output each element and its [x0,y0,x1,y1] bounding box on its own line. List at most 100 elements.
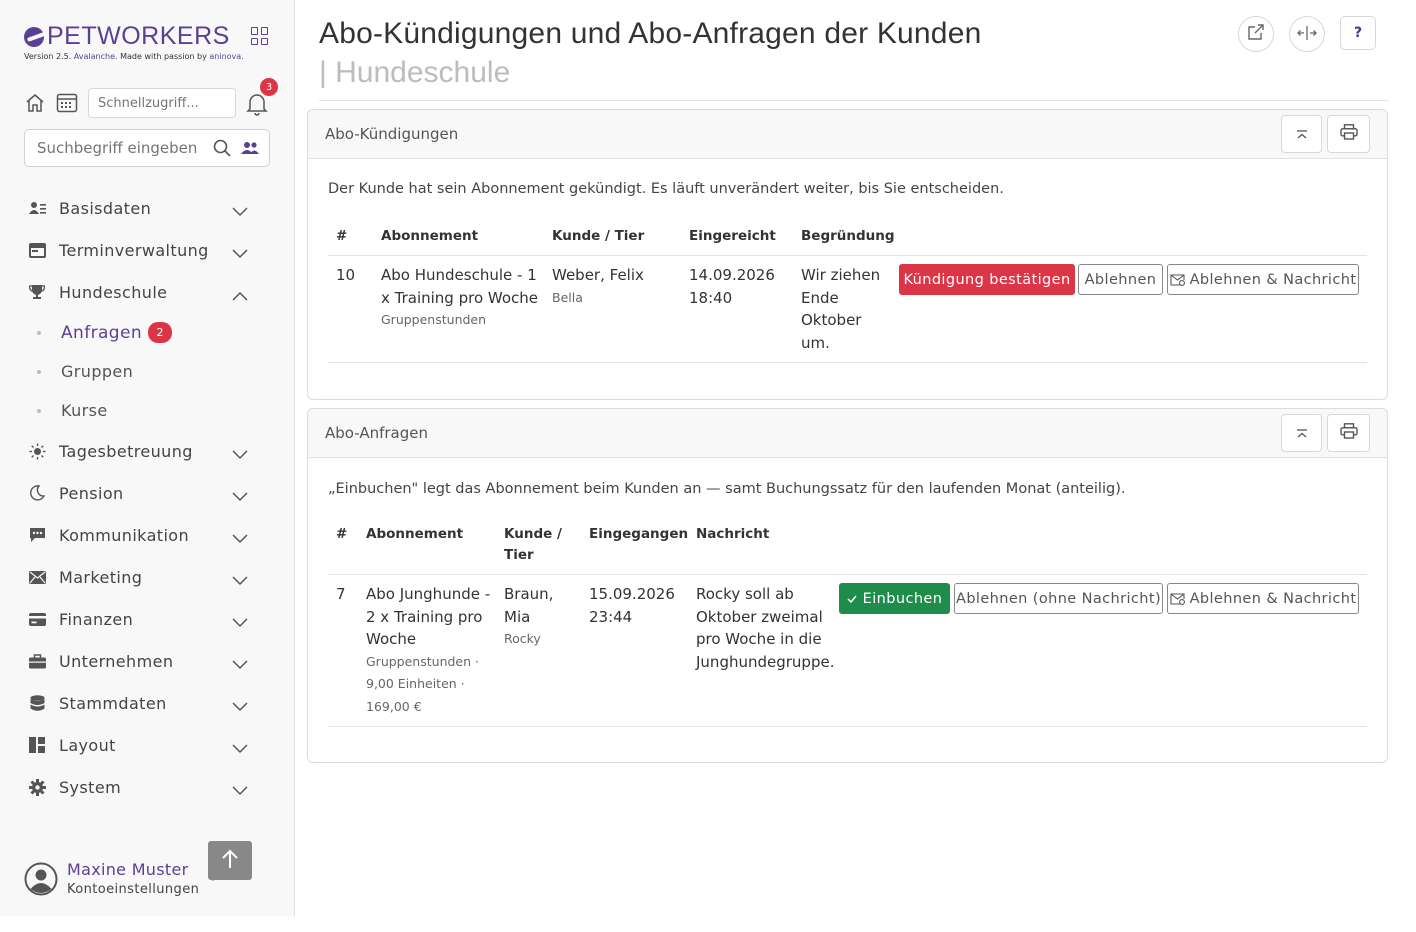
subscription-cell: Abo Junghunde - 2 x Training pro Woche G… [366,585,491,714]
search-icon[interactable] [213,139,231,161]
search-box [24,129,270,167]
moon-icon [28,484,46,502]
print-button[interactable] [1327,115,1370,153]
sidebar-item-terminverwaltung[interactable]: Terminverwaltung [0,229,295,271]
sidebar: PETWORKERS Version 2.5. Avalanche. Made … [0,0,295,916]
reject-with-message-button[interactable]: Ablehnen & Nachricht [1167,583,1359,614]
collapse-icon [1296,424,1308,443]
confirm-cancellation-button[interactable]: Kündigung bestätigen [899,264,1075,295]
envelope-icon [28,568,46,586]
arrow-up-icon [221,849,239,873]
chevron-down-icon [232,487,248,506]
sidebar-subitem-gruppen[interactable]: Gruppen [0,352,295,391]
book-subscription-button[interactable]: Einbuchen [839,583,950,614]
brand-name: PETWORKERS [47,22,230,50]
chevron-down-icon [232,202,248,221]
col-header-begruendung: Begründung [801,228,895,244]
row-number: 7 [336,585,346,603]
page-subtitle: | Hundeschule [319,56,511,89]
sidebar-item-finanzen[interactable]: Finanzen [0,598,295,640]
brand-logo[interactable]: PETWORKERS [24,22,230,51]
user-list-icon [28,199,46,217]
row-number: 10 [336,266,356,284]
chevron-down-icon [232,445,248,464]
sidebar-item-basisdaten[interactable]: Basisdaten [0,187,295,229]
received-cell: 15.09.2026 23:44 [589,585,675,626]
cancellations-card: Abo-Kündigungen Der Kunde hat sein Abonn… [307,109,1388,400]
quick-access-input[interactable] [88,88,236,118]
layout-icon [28,736,46,754]
reject-button[interactable]: Ablehnen [1078,264,1163,295]
external-link-icon [1247,23,1265,45]
anfragen-count-badge: 2 [148,322,173,343]
envelope-edit-icon [1170,592,1185,605]
sidebar-item-stammdaten[interactable]: Stammdaten [0,682,295,724]
requests-card-title: Abo-Anfragen [325,424,428,442]
search-input[interactable] [37,139,209,157]
printer-icon [1339,124,1358,144]
col-header-nachricht: Nachricht [696,526,770,542]
submitted-cell: 14.09.2026 18:40 [689,266,775,307]
account-settings-link[interactable]: Kontoeinstellungen [67,882,199,897]
calendar-icon [28,241,46,259]
requests-card: Abo-Anfragen „Einbuchen" legt das Abonne… [307,408,1388,763]
cancellations-intro: Der Kunde hat sein Abonnement gekündigt.… [328,181,1004,197]
petworkers-logo-icon [24,26,44,47]
sidebar-item-layout[interactable]: Layout [0,724,295,766]
customer-cell: Braun, Mia Rocky [504,585,554,646]
calendar-icon[interactable] [56,92,78,114]
sidebar-item-system[interactable]: System [0,766,295,808]
header-divider [319,100,1389,101]
toggle-width-button[interactable] [1289,16,1325,52]
user-name: Maxine Muster [67,860,189,879]
col-header-kunde: Kunde / Tier [504,526,562,563]
page-title: Abo-Kündigungen und Abo-Anfragen der Kun… [319,17,982,50]
chevron-down-icon [232,697,248,716]
reason-cell: Wir ziehen Ende Oktober um. [801,266,881,352]
arrows-horizontal-icon [1297,25,1317,44]
customers-icon[interactable] [241,140,259,160]
bell-icon[interactable] [246,92,268,120]
printer-icon [1339,423,1358,443]
notification-badge: 3 [260,78,278,96]
open-external-button[interactable] [1238,16,1274,52]
home-icon[interactable] [24,92,46,114]
message-cell: Rocky soll ab Oktober zweimal pro Woche … [696,585,835,671]
reject-with-message-button[interactable]: Ablehnen & Nachricht [1167,264,1359,295]
sidebar-subitem-kurse[interactable]: Kurse [0,391,295,430]
user-menu[interactable]: Maxine Muster Kontoeinstellungen [24,860,199,897]
scroll-to-top-button[interactable] [208,841,252,880]
help-button[interactable]: ? [1340,16,1376,50]
sidebar-subitem-anfragen[interactable]: Anfragen 2 [0,313,295,352]
chevron-down-icon [232,655,248,674]
database-icon [28,694,46,712]
avatar [24,862,58,896]
col-header-num: # [336,228,348,244]
collapse-icon [1296,125,1308,144]
requests-card-header: Abo-Anfragen [308,409,1387,458]
collapse-button[interactable] [1281,115,1322,153]
sidebar-item-kommunikation[interactable]: Kommunikation [0,514,295,556]
print-button[interactable] [1327,414,1370,452]
sidebar-item-marketing[interactable]: Marketing [0,556,295,598]
app-grid-icon[interactable] [251,27,269,45]
version-info: Version 2.5. Avalanche. Made with passio… [24,52,244,61]
col-header-abonnement: Abonnement [381,228,479,244]
sidebar-item-unternehmen[interactable]: Unternehmen [0,640,295,682]
collapse-button[interactable] [1281,414,1322,452]
sidebar-item-hundeschule[interactable]: Hundeschule [0,271,295,313]
reject-without-message-button[interactable]: Ablehnen (ohne Nachricht) [954,583,1163,614]
chevron-down-icon [232,571,248,590]
cancellations-card-title: Abo-Kündigungen [325,125,459,143]
check-icon [847,595,857,603]
chevron-down-icon [232,739,248,758]
customer-cell: Weber, Felix Bella [552,266,644,305]
requests-intro: „Einbuchen" legt das Abonnement beim Kun… [328,481,1126,497]
chevron-down-icon [232,613,248,632]
col-header-eingereicht: Eingereicht [689,228,776,244]
chat-icon [28,526,46,544]
sun-icon [28,442,46,460]
chevron-up-icon [232,286,248,305]
sidebar-item-tagesbetreuung[interactable]: Tagesbetreuung [0,430,295,472]
sidebar-item-pension[interactable]: Pension [0,472,295,514]
